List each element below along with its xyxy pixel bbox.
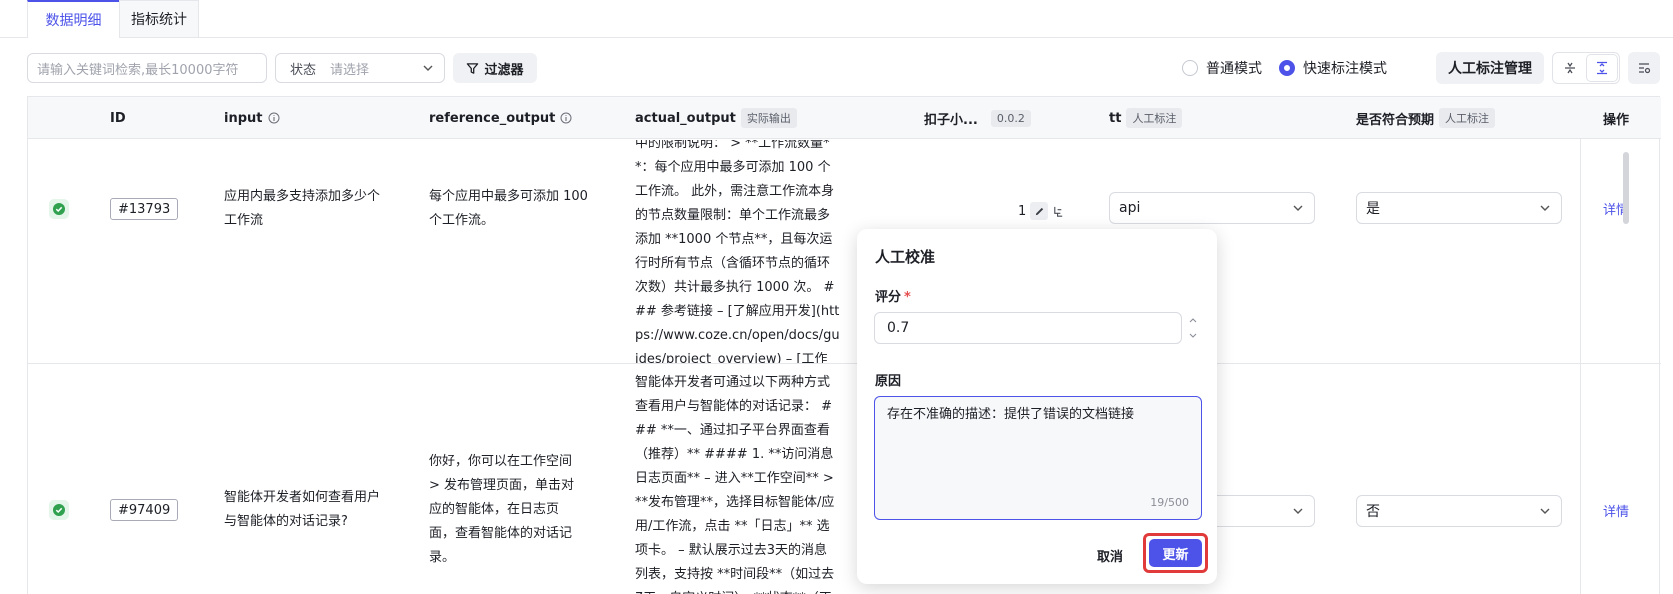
row-density-toggle xyxy=(1552,52,1620,84)
info-icon[interactable] xyxy=(268,112,280,124)
chevron-up-icon[interactable] xyxy=(1189,317,1197,323)
row-status-check-icon xyxy=(49,500,69,520)
column-settings-button[interactable] xyxy=(1628,52,1660,84)
expected-value: 是 xyxy=(1366,201,1380,217)
edit-score-button[interactable] xyxy=(1030,202,1049,220)
filter-button[interactable]: 过滤器 xyxy=(453,53,537,83)
expected-select[interactable]: 是 xyxy=(1356,192,1562,224)
expand-icon xyxy=(1597,61,1607,75)
update-highlight: 更新 xyxy=(1143,533,1208,573)
row-id: #97409 xyxy=(110,499,179,521)
status-select[interactable]: 状态 请选择 xyxy=(275,53,445,83)
tab-bar: 数据明细 指标统计 xyxy=(0,0,1673,38)
status-placeholder: 请选择 xyxy=(330,62,370,78)
ops-column-divider xyxy=(1580,139,1661,594)
search-input[interactable]: 请输入关键词检索,最长10000字符 xyxy=(27,53,267,83)
pencil-icon xyxy=(1035,207,1043,215)
tt-select[interactable]: api xyxy=(1109,192,1315,224)
settings-list-icon xyxy=(1639,63,1651,74)
chevron-down-icon xyxy=(1540,205,1550,211)
mode-fast-label: 快速标注模式 xyxy=(1303,61,1387,77)
col-kouzi: 扣子小... 0.0.2 xyxy=(924,97,1031,139)
row-actual-output: 中的限制说明： > **工作流数量**：每个应用中最多可添加 100 个工作流。… xyxy=(635,140,840,364)
score-cell: 1 xyxy=(1018,202,1065,220)
chevron-down-icon xyxy=(1540,508,1550,514)
popover-title: 人工校准 xyxy=(875,248,936,266)
row-id: #13793 xyxy=(110,198,179,220)
score-input[interactable]: 0.7 xyxy=(874,312,1182,344)
data-table: ID input reference_output actual_output … xyxy=(27,96,1661,594)
col-tt: tt 人工标注 xyxy=(1109,97,1183,139)
reason-textarea[interactable]: 存在不准确的描述：提供了错误的文档链接 19/500 xyxy=(874,396,1202,520)
col-id: ID xyxy=(110,110,126,126)
chevron-down-icon[interactable] xyxy=(1189,333,1197,339)
info-icon[interactable] xyxy=(560,112,572,124)
manual-calibration-popover: 人工校准 评分 * 0.7 原因 存在不准确的描述：提供了错误的文档链接 19/5… xyxy=(857,229,1217,584)
col-input: input xyxy=(224,97,280,139)
col-actual-output: actual_output 实际输出 xyxy=(635,97,797,139)
collapse-icon xyxy=(1565,62,1575,74)
row-reference-output: 你好，你可以在工作空间 > 发布管理页面，单击对应的智能体，在日志页面，查看智能… xyxy=(429,454,575,565)
table-header: ID input reference_output actual_output … xyxy=(28,97,1661,139)
row-input: 智能体开发者如何查看用户与智能体的对话记录? xyxy=(224,490,381,529)
row-status-check-icon xyxy=(49,199,69,219)
table-scrollbar[interactable] xyxy=(1623,152,1629,224)
row-reference-output: 每个应用中最多可添加 100 个工作流。 xyxy=(429,189,588,228)
manual-annotation-manage-button[interactable]: 人工标注管理 xyxy=(1436,52,1544,84)
collapse-rows-button[interactable] xyxy=(1555,55,1585,81)
reason-text: 存在不准确的描述：提供了错误的文档链接 xyxy=(887,407,1135,422)
tt-value: api xyxy=(1119,200,1141,216)
col-expected: 是否符合预期 人工标注 xyxy=(1356,97,1496,139)
filter-icon xyxy=(467,62,479,74)
expand-rows-button[interactable] xyxy=(1587,55,1617,81)
table-row: #97409 智能体开发者如何查看用户与智能体的对话记录? 你好，你可以在工作空… xyxy=(28,365,1661,594)
table-row: #13793 应用内最多支持添加多少个工作流 每个应用中最多可添加 100 个工… xyxy=(28,140,1661,364)
tab-data-details[interactable]: 数据明细 xyxy=(27,0,120,38)
status-label: 状态 xyxy=(290,62,317,78)
row-actual-output: 智能体开发者可通过以下两种方式查看用户与智能体的对话记录： ### **一、通过… xyxy=(635,375,835,594)
mode-fast-radio[interactable]: 快速标注模式 xyxy=(1279,58,1387,78)
chevron-down-icon xyxy=(1293,508,1303,514)
tab-metrics[interactable]: 指标统计 xyxy=(119,0,199,37)
score-value: 1 xyxy=(1018,203,1027,219)
tt-annotation-tag: 人工标注 xyxy=(1126,108,1183,128)
col-reference-output: reference_output xyxy=(429,97,572,139)
radio-off-icon xyxy=(1182,60,1198,76)
cancel-button[interactable]: 取消 xyxy=(1087,539,1133,571)
row-input: 应用内最多支持添加多少个工作流 xyxy=(224,189,381,228)
update-button[interactable]: 更新 xyxy=(1149,539,1202,567)
char-counter: 19/500 xyxy=(1150,496,1189,509)
score-stepper[interactable] xyxy=(1186,312,1200,344)
filter-label: 过滤器 xyxy=(484,62,524,78)
score-label: 评分 * xyxy=(875,290,911,305)
expected-value: 否 xyxy=(1366,504,1380,520)
radio-on-icon xyxy=(1279,60,1295,76)
chevron-down-icon xyxy=(1293,205,1303,211)
actual-output-tag: 实际输出 xyxy=(740,108,797,128)
expected-annotation-tag: 人工标注 xyxy=(1439,108,1496,128)
version-tag: 0.0.2 xyxy=(990,109,1031,127)
mode-normal-radio[interactable]: 普通模式 xyxy=(1182,58,1262,78)
chevron-down-icon xyxy=(423,65,433,71)
col-ops: 操作 xyxy=(1603,112,1630,128)
expected-select[interactable]: 否 xyxy=(1356,495,1562,527)
mode-normal-label: 普通模式 xyxy=(1206,61,1262,77)
reason-label: 原因 xyxy=(875,374,902,389)
trace-icon[interactable] xyxy=(1052,205,1065,218)
